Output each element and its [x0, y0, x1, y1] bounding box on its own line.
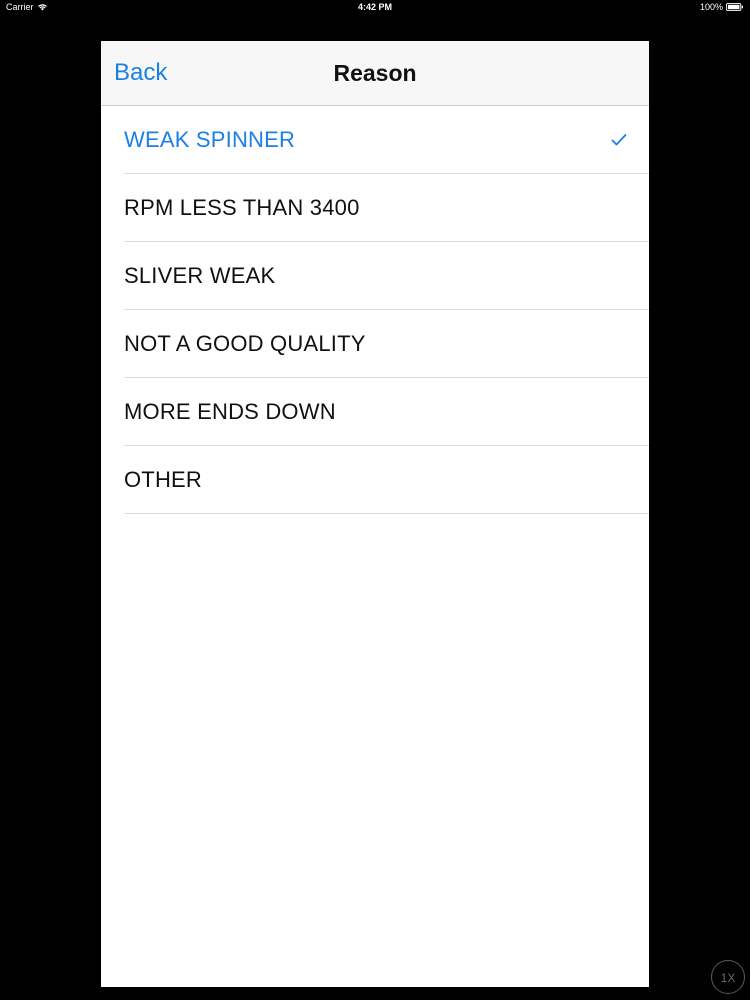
status-battery: 100%	[700, 2, 744, 12]
navigation-bar: Back Reason	[101, 41, 649, 106]
list-item-not-a-good-quality[interactable]: NOT A GOOD QUALITY	[124, 310, 649, 378]
list-item-label: OTHER	[124, 466, 202, 492]
checkmark-icon	[611, 134, 627, 146]
page-title: Reason	[333, 60, 417, 86]
status-bar: Carrier 4:42 PM 100%	[0, 0, 750, 16]
list-item-label: RPM LESS THAN 3400	[124, 194, 360, 220]
list-item-label: SLIVER WEAK	[124, 262, 276, 288]
list-item-weak-spinner[interactable]: WEAK SPINNER	[124, 106, 649, 174]
status-time: 4:42 PM	[357, 2, 392, 12]
list-item-label: MORE ENDS DOWN	[124, 398, 336, 424]
reason-picker-modal: Back Reason WEAK SPINNER RPM LESS THAN 3…	[101, 41, 649, 987]
list-item-label: NOT A GOOD QUALITY	[124, 330, 366, 356]
list-item-rpm-less-than-3400[interactable]: RPM LESS THAN 3400	[124, 174, 649, 242]
speed-badge[interactable]: 1X	[711, 960, 745, 994]
battery-icon	[726, 3, 743, 11]
list-item-label: WEAK SPINNER	[124, 126, 296, 152]
reason-list: WEAK SPINNER RPM LESS THAN 3400 SLIVER W…	[101, 106, 649, 514]
battery-percent: 100%	[699, 2, 723, 12]
list-item-other[interactable]: OTHER	[124, 446, 649, 514]
list-item-sliver-weak[interactable]: SLIVER WEAK	[124, 242, 649, 310]
list-item-more-ends-down[interactable]: MORE ENDS DOWN	[124, 378, 649, 446]
